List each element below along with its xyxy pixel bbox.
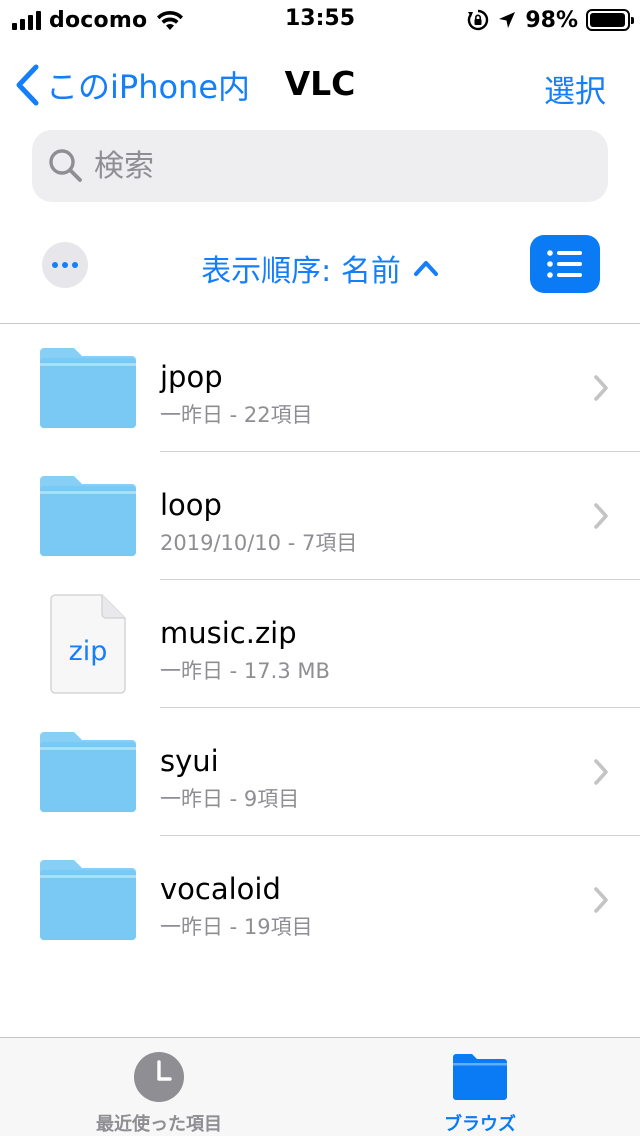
battery-icon: [586, 9, 634, 31]
folder-icon: [40, 476, 136, 556]
sort-label: 表示順序: 名前: [201, 254, 401, 289]
list-item-music-zip[interactable]: zip music.zip 一昨日 - 17.3 MB: [0, 580, 640, 708]
search-bar[interactable]: [32, 130, 608, 202]
chevron-right-icon: [594, 375, 608, 401]
search-icon: [49, 149, 82, 182]
file-name: vocaloid: [160, 872, 281, 906]
orientation-lock-icon: [468, 9, 489, 31]
file-name: jpop: [160, 360, 223, 394]
folder-icon: [453, 1054, 507, 1100]
location-arrow-icon: [499, 12, 516, 28]
list-view-icon[interactable]: [530, 235, 600, 293]
folder-icon: [40, 860, 136, 940]
nav-bar: このiPhone内 VLC 選択: [0, 48, 640, 120]
chevron-right-icon: [594, 503, 608, 529]
list-item-loop[interactable]: loop 2019/10/10 - 7項目: [0, 452, 640, 580]
file-meta: 一昨日 - 19項目: [160, 915, 313, 939]
tab-recent-label: 最近使った項目: [96, 1114, 222, 1135]
file-name: music.zip: [160, 616, 297, 650]
battery-fill: [590, 13, 626, 27]
tab-browse-label: ブラウズ: [444, 1114, 516, 1135]
list-item-vocaloid[interactable]: vocaloid 一昨日 - 19項目: [0, 836, 640, 964]
list-item-syui[interactable]: syui 一昨日 - 9項目: [0, 708, 640, 836]
tab-browse[interactable]: ブラウズ: [380, 1038, 580, 1136]
file-meta: 一昨日 - 17.3 MB: [160, 659, 330, 683]
search-input[interactable]: [94, 148, 574, 184]
file-meta: 一昨日 - 9項目: [160, 787, 300, 811]
status-right: 98%: [467, 6, 634, 34]
battery-percent: 98%: [525, 7, 578, 33]
chevron-right-icon: [594, 759, 608, 785]
folder-icon: [40, 732, 136, 812]
zip-label: zip: [68, 636, 108, 667]
file-meta: 一昨日 - 22項目: [160, 403, 313, 427]
status-bar: docomo 13:55 98%: [0, 0, 640, 40]
select-button[interactable]: 選択: [544, 66, 606, 111]
clock-icon: [134, 1052, 184, 1102]
tab-recent[interactable]: 最近使った項目: [59, 1038, 259, 1136]
folder-icon: [40, 348, 136, 428]
list-item-jpop[interactable]: jpop 一昨日 - 22項目: [0, 324, 640, 452]
chevron-up-icon: [413, 261, 438, 276]
file-list: jpop 一昨日 - 22項目 loop 2019/10/10 - 7項目 zi…: [0, 324, 640, 964]
file-name: syui: [160, 744, 219, 778]
chevron-right-icon: [594, 887, 608, 913]
tab-bar: 最近使った項目 ブラウズ: [0, 1037, 640, 1136]
toolbar: 表示順序: 名前: [0, 232, 640, 296]
file-meta: 2019/10/10 - 7項目: [160, 531, 358, 555]
file-name: loop: [160, 488, 222, 522]
